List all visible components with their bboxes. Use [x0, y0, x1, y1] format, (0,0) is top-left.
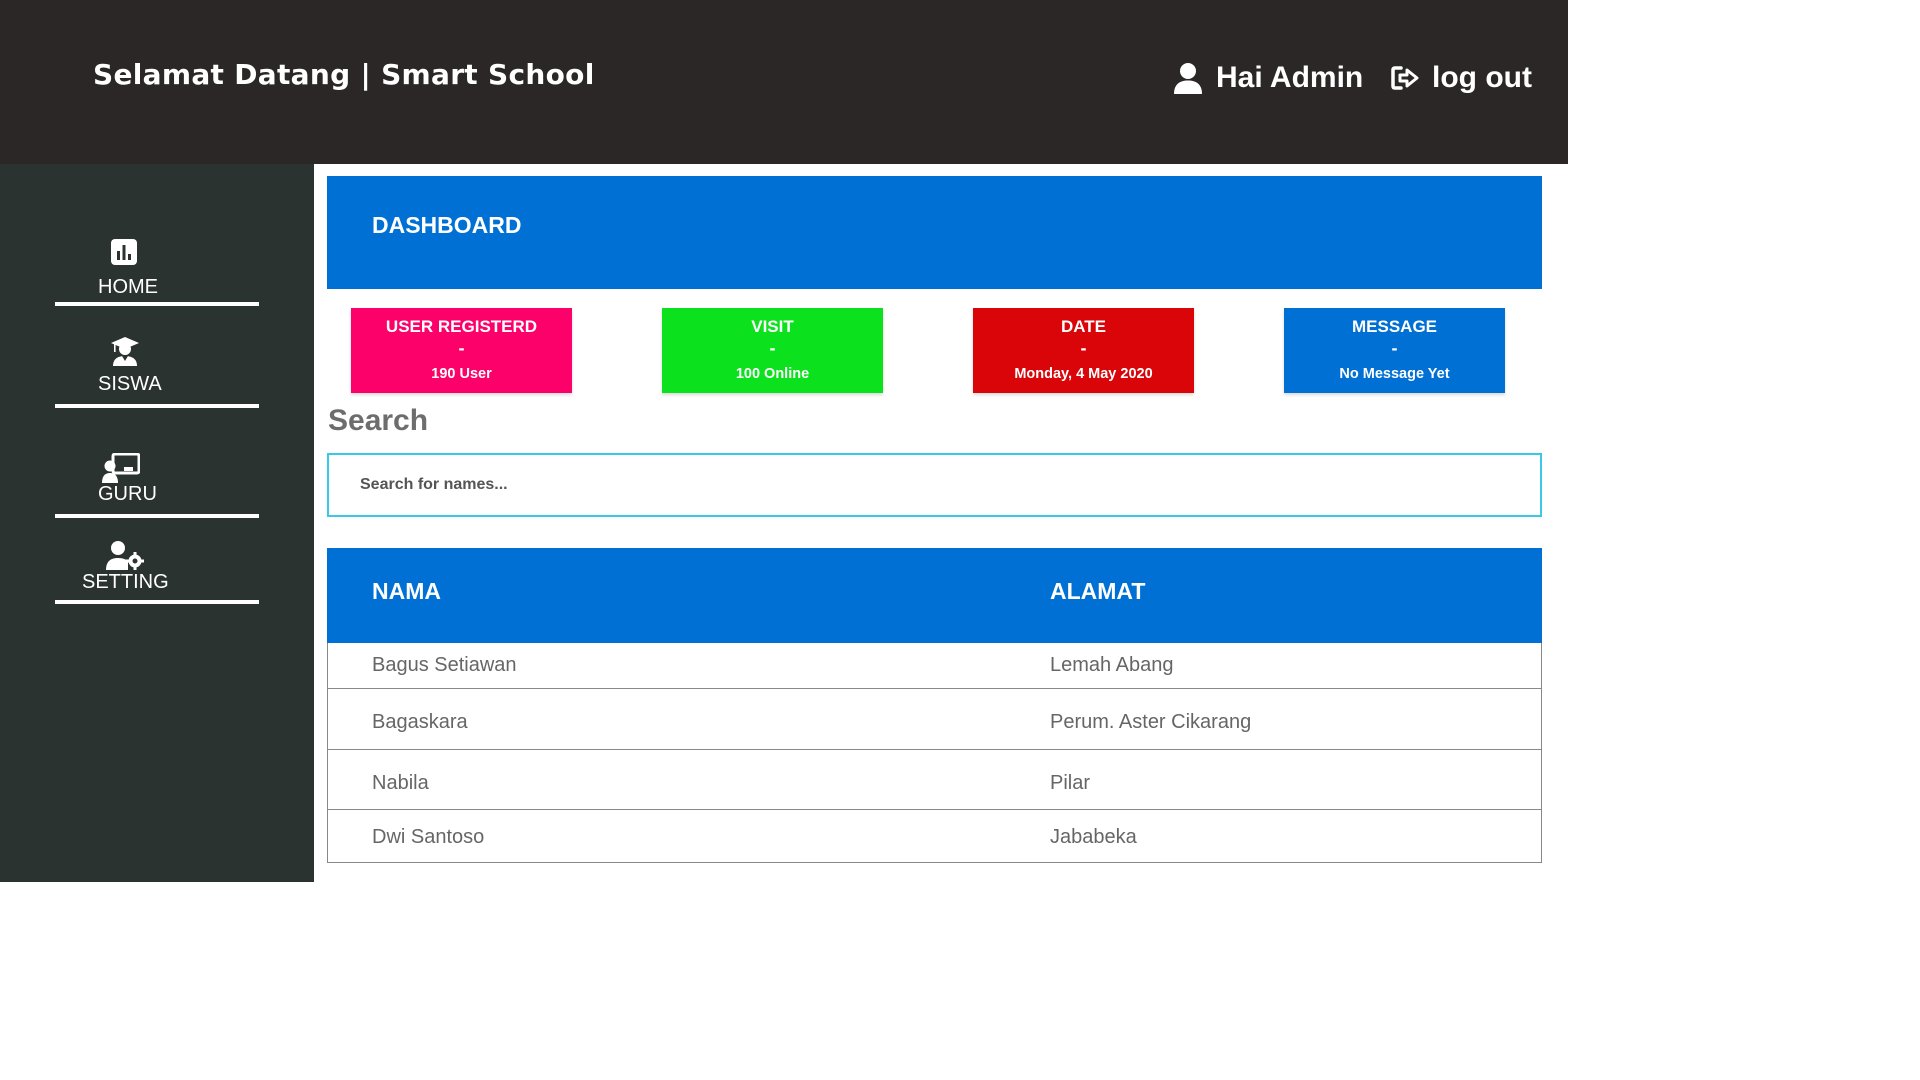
cell-alamat: Perum. Aster Cikarang: [1050, 711, 1252, 733]
logout-button[interactable]: log out: [1390, 60, 1532, 96]
card-separator: -: [458, 338, 465, 358]
sidebar-item-guru[interactable]: GURU: [55, 449, 259, 518]
sidebar-item-siswa[interactable]: SISWA: [55, 334, 259, 408]
sidebar-item-label: GURU: [98, 483, 157, 505]
card-title: DATE: [1060, 317, 1106, 336]
card-title: USER REGISTERD: [385, 317, 538, 336]
table-row[interactable]: Bagus Setiawan Lemah Abang: [328, 643, 1541, 689]
table-row[interactable]: Dwi Santoso Jababeka: [328, 810, 1541, 862]
card-value: 100 Online: [735, 366, 810, 382]
dashboard-banner: DASHBOARD: [327, 176, 1542, 289]
page-title: DASHBOARD: [372, 212, 522, 238]
card-separator: -: [1080, 338, 1087, 358]
cell-alamat: Lemah Abang: [1050, 654, 1174, 676]
card-value: No Message Yet: [1339, 366, 1450, 382]
search-input[interactable]: [327, 453, 1542, 517]
cell-alamat: Pilar: [1050, 772, 1091, 794]
sidebar-item-label: SETTING: [82, 571, 169, 593]
search-heading: Search: [328, 404, 429, 437]
sign-out-icon: [1391, 66, 1419, 90]
sidebar-item-label: SISWA: [98, 373, 162, 395]
logout-label: log out: [1432, 61, 1532, 94]
graduate-icon: [111, 337, 139, 366]
cell-nama: Nabila: [372, 772, 429, 794]
column-header-nama: NAMA: [372, 578, 441, 604]
cell-nama: Bagaskara: [372, 711, 468, 733]
cell-nama: Dwi Santoso: [372, 826, 485, 848]
stat-card-message[interactable]: MESSAGE - No Message Yet: [1284, 308, 1505, 393]
cell-nama: Bagus Setiawan: [372, 654, 517, 676]
card-value: Monday, 4 May 2020: [1014, 366, 1153, 382]
user-label: Hai Admin: [1216, 61, 1364, 94]
stat-card-date[interactable]: DATE - Monday, 4 May 2020: [973, 308, 1194, 393]
card-title: MESSAGE: [1351, 317, 1438, 336]
stat-card-visit[interactable]: VISIT - 100 Online: [662, 308, 883, 393]
sidebar-item-setting[interactable]: SETTING: [55, 538, 259, 604]
teacher-board-icon: [102, 453, 140, 483]
sidebar-item-home[interactable]: HOME: [55, 236, 259, 306]
card-separator: -: [1391, 338, 1398, 358]
top-header: Selamat Datang | Smart School Hai Admin …: [0, 0, 1568, 164]
user-icon: [1174, 63, 1202, 94]
cell-alamat: Jababeka: [1050, 826, 1137, 848]
table-header: NAMA ALAMAT: [327, 548, 1542, 643]
card-value: 190 User: [431, 366, 492, 382]
table-row[interactable]: Nabila Pilar: [328, 750, 1541, 810]
user-gear-icon: [106, 541, 144, 570]
card-separator: -: [769, 338, 776, 358]
column-header-alamat: ALAMAT: [1050, 578, 1146, 604]
user-greeting[interactable]: Hai Admin: [1172, 60, 1363, 96]
sidebar-item-label: HOME: [98, 276, 158, 298]
table-body: Bagus Setiawan Lemah Abang Bagaskara Per…: [327, 643, 1542, 863]
card-title: VISIT: [751, 317, 794, 336]
stat-card-user-registered[interactable]: USER REGISTERD - 190 User: [351, 308, 572, 393]
app-title: Selamat Datang | Smart School: [93, 58, 595, 91]
table-row[interactable]: Bagaskara Perum. Aster Cikarang: [328, 689, 1541, 750]
chart-icon: [111, 239, 137, 265]
